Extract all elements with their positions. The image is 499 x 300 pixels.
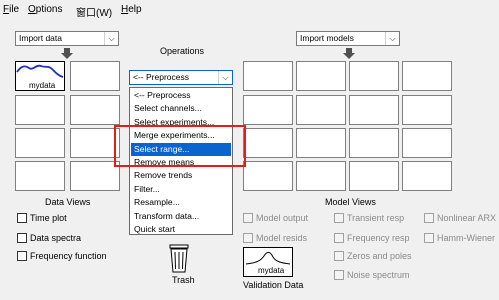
zeros-poles-label: Zeros and poles: [347, 251, 412, 261]
model-slot[interactable]: [402, 161, 452, 191]
transient-resp-checkbox[interactable]: [334, 213, 344, 223]
down-arrow-icon: [61, 48, 73, 59]
model-resids-checkbox[interactable]: [243, 233, 253, 243]
model-slot[interactable]: [402, 61, 452, 91]
model-slot[interactable]: [243, 61, 293, 91]
model-slot[interactable]: [349, 95, 399, 125]
mydata-label: mydata: [29, 81, 56, 90]
preprocess-combo-label: <-- Preprocess: [133, 72, 189, 82]
model-output-checkbox[interactable]: [243, 213, 253, 223]
chevron-down-icon: ⌵: [385, 32, 399, 45]
import-data-label: Import data: [19, 33, 62, 43]
model-resids-label: Model resids: [256, 233, 308, 243]
model-slot[interactable]: [349, 61, 399, 91]
chevron-down-icon: ⌵: [218, 71, 232, 84]
hamm-wiener-checkbox[interactable]: [424, 233, 434, 243]
model-slot[interactable]: [349, 128, 399, 158]
model-slot[interactable]: [296, 95, 346, 125]
menu-options-mnemonic: O: [28, 4, 36, 15]
highlight-annotation-box: [114, 125, 246, 167]
trash-label: Trash: [172, 275, 195, 285]
menu-options-label: ptions: [35, 4, 63, 15]
time-plot-checkbox[interactable]: [17, 213, 27, 223]
frequency-function-checkbox[interactable]: [17, 251, 27, 261]
menu-file[interactable]: File: [3, 4, 19, 15]
model-slot[interactable]: [296, 128, 346, 158]
menu-help[interactable]: Help: [121, 4, 142, 15]
preprocess-combo[interactable]: <-- Preprocess ⌵: [129, 70, 233, 85]
menu-file-label: ile: [9, 4, 20, 15]
frequency-resp-label: Frequency resp: [347, 233, 410, 243]
noise-spectrum-label: Noise spectrum: [347, 270, 410, 280]
data-slot[interactable]: [15, 161, 65, 191]
model-output-label: Model output: [256, 213, 309, 223]
data-slot[interactable]: [70, 61, 120, 91]
menu-options[interactable]: Options: [28, 4, 62, 15]
data-slot[interactable]: [15, 95, 65, 125]
hamm-wiener-label: Hamm-Wiener: [437, 233, 496, 243]
validation-data-label: Validation Data: [243, 280, 304, 290]
menu-bar: File Options 窗口(W) Help: [0, 0, 499, 20]
dropdown-item-filter[interactable]: Filter...: [131, 183, 231, 196]
frequency-resp-checkbox[interactable]: [334, 233, 344, 243]
model-slot[interactable]: [243, 128, 293, 158]
model-slot[interactable]: [243, 95, 293, 125]
validation-data-slot[interactable]: mydata: [243, 247, 293, 277]
data-views-title: Data Views: [45, 197, 91, 207]
noise-spectrum-checkbox[interactable]: [334, 270, 344, 280]
validation-curve-icon: [245, 251, 291, 265]
model-slot[interactable]: [243, 161, 293, 191]
import-models-label: Import models: [300, 33, 354, 43]
dropdown-item-resample[interactable]: Resample...: [131, 196, 231, 209]
data-spectra-checkbox[interactable]: [17, 233, 27, 243]
data-slot[interactable]: [70, 95, 120, 125]
model-slot[interactable]: [296, 161, 346, 191]
transient-resp-label: Transient resp: [347, 213, 405, 223]
import-models-combo[interactable]: Import models ⌵: [296, 31, 400, 46]
import-data-combo[interactable]: Import data ⌵: [15, 31, 119, 46]
nonlinear-arx-label: Nonlinear ARX: [437, 213, 497, 223]
nonlinear-arx-checkbox[interactable]: [424, 213, 434, 223]
dropdown-item-quick-start[interactable]: Quick start: [131, 223, 231, 236]
dropdown-item-transform-data[interactable]: Transform data...: [131, 210, 231, 223]
dropdown-item-remove-trends[interactable]: Remove trends: [131, 169, 231, 182]
time-plot-label: Time plot: [30, 213, 67, 223]
dropdown-item-select-channels[interactable]: Select channels...: [131, 102, 231, 115]
down-arrow-icon: [343, 48, 355, 59]
data-curve-icon: [16, 64, 64, 78]
trash-icon[interactable]: [168, 243, 190, 273]
data-slot-mydata[interactable]: mydata: [15, 61, 65, 91]
dropdown-item-preprocess[interactable]: <-- Preprocess: [131, 89, 231, 102]
chevron-down-icon: ⌵: [104, 32, 118, 45]
model-slot[interactable]: [402, 128, 452, 158]
model-slot[interactable]: [349, 161, 399, 191]
frequency-function-label: Frequency function: [30, 251, 107, 261]
model-slot[interactable]: [402, 95, 452, 125]
zeros-poles-checkbox[interactable]: [334, 251, 344, 261]
data-slot[interactable]: [70, 128, 120, 158]
menu-window[interactable]: 窗口(W): [76, 4, 112, 19]
model-slot[interactable]: [296, 61, 346, 91]
model-views-title: Model Views: [325, 197, 376, 207]
data-spectra-label: Data spectra: [30, 233, 82, 243]
validation-item-label: mydata: [258, 266, 285, 275]
operations-label: Operations: [160, 46, 205, 56]
menu-help-label: elp: [128, 4, 142, 15]
data-slot[interactable]: [15, 128, 65, 158]
data-slot[interactable]: [70, 161, 120, 191]
